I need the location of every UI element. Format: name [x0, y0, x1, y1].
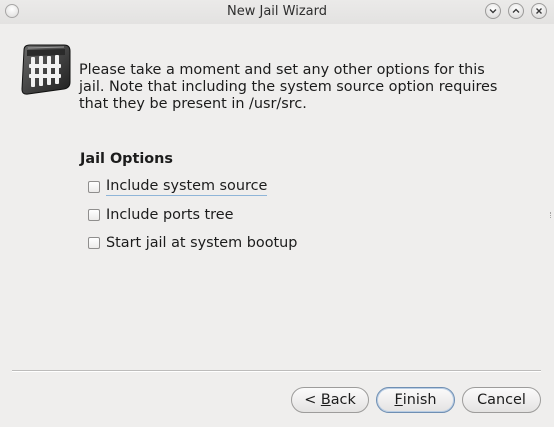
jail-options-title: Jail Options [80, 151, 173, 167]
finish-button-mnemonic: F [394, 392, 403, 408]
resize-grip[interactable] [550, 212, 553, 218]
include-ports-tree-checkbox[interactable] [88, 209, 100, 221]
back-button[interactable]: < Back [291, 387, 369, 413]
intro-line: Please take a moment and set any other o… [79, 62, 485, 78]
include-ports-tree-option[interactable]: Include ports tree [88, 205, 233, 225]
include-system-source-checkbox[interactable] [88, 181, 100, 193]
chevron-up-icon [512, 8, 520, 13]
finish-button-label: inish [402, 392, 437, 408]
include-system-source-label: Include system source [106, 178, 268, 196]
back-button-label: ack [330, 392, 356, 408]
finish-button[interactable]: Finish [376, 387, 455, 413]
window-title: New Jail Wizard [227, 4, 327, 19]
start-at-bootup-checkbox[interactable] [88, 237, 100, 249]
back-button-prefix: < [304, 392, 321, 408]
close-button[interactable] [531, 3, 547, 19]
jail-bars-icon [21, 44, 71, 95]
intro-line: jail. Note that including the system sou… [79, 79, 498, 95]
intro-text: Please take a moment and set any other o… [79, 62, 539, 113]
close-icon [536, 8, 542, 14]
title-bar[interactable]: New Jail Wizard [0, 0, 554, 24]
intro-line: that they be present in /usr/src. [79, 96, 307, 112]
chevron-down-icon [489, 9, 497, 14]
button-separator [12, 370, 541, 372]
start-at-bootup-option[interactable]: Start jail at system bootup [88, 233, 297, 253]
include-system-source-option[interactable]: Include system source [88, 177, 268, 197]
back-button-mnemonic: B [320, 392, 331, 408]
wizard-window: New Jail Wizard Please take a moment and… [0, 0, 554, 427]
start-at-bootup-label: Start jail at system bootup [106, 235, 298, 251]
include-ports-tree-label: Include ports tree [106, 207, 234, 223]
minimize-button[interactable] [485, 3, 501, 19]
maximize-button[interactable] [508, 3, 524, 19]
cancel-button[interactable]: Cancel [462, 387, 541, 413]
